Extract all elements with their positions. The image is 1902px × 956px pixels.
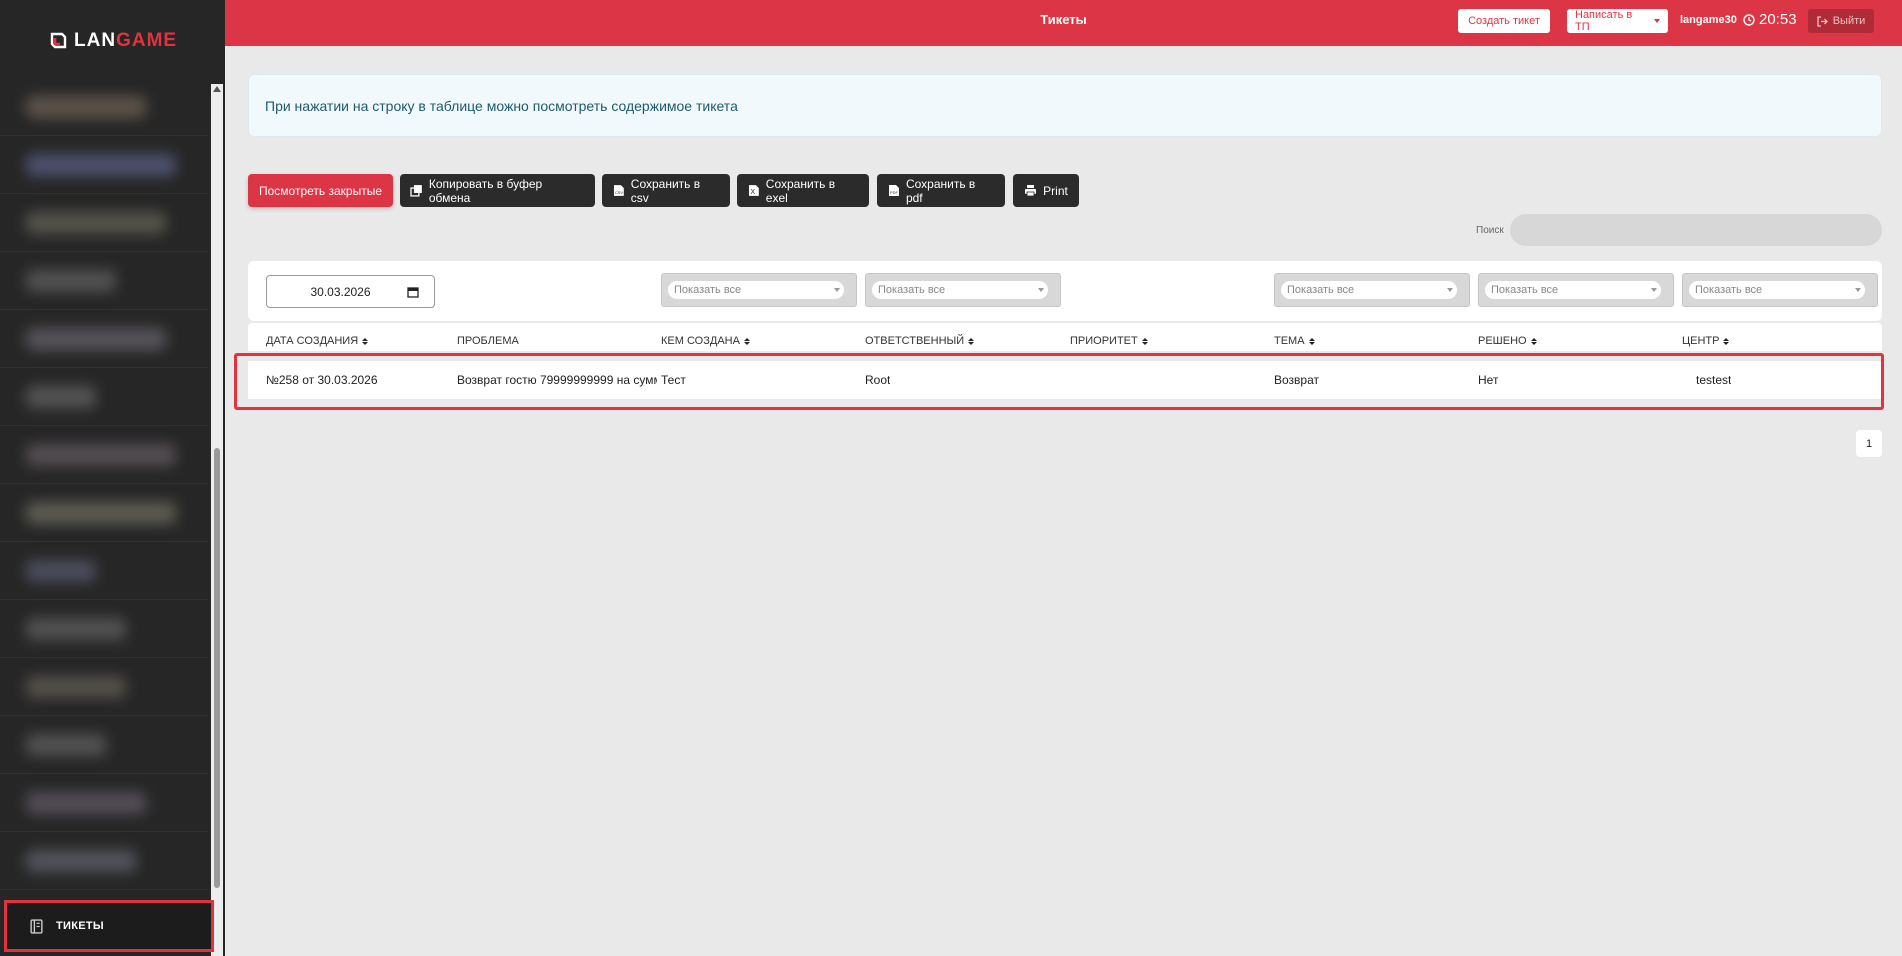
clock: 20:53 [1743, 11, 1797, 28]
svg-text:PDF: PDF [890, 190, 899, 195]
logo-text: LANGAME [74, 30, 178, 51]
excel-file-icon: X [748, 185, 759, 196]
chevron-down-icon [1855, 288, 1861, 292]
sidebar-scrollbar[interactable] [211, 84, 223, 956]
chevron-down-icon [1654, 19, 1660, 23]
column-header-date[interactable]: ДАТА СОЗДАНИЯ [266, 335, 369, 347]
sidebar: LANGAME ТИКЕТЫ [0, 0, 225, 956]
center-filter-select[interactable]: Показать все [1682, 273, 1878, 307]
column-header-solved[interactable]: РЕШЕНО [1478, 335, 1537, 347]
write-support-dropdown[interactable]: Написать в ТП [1567, 9, 1668, 33]
csv-file-icon: CSV [613, 185, 624, 196]
sidebar-item[interactable] [0, 426, 208, 484]
scroll-up-arrow-icon[interactable] [213, 86, 221, 92]
sidebar-item[interactable] [0, 78, 208, 136]
sort-icon [1141, 337, 1148, 345]
sort-icon [1308, 337, 1315, 345]
column-header-created-by[interactable]: КЕМ СОЗДАНА [661, 335, 750, 347]
logout-button[interactable]: Выйти [1808, 9, 1874, 33]
sidebar-item-label: ТИКЕТЫ [56, 920, 104, 932]
save-pdf-button[interactable]: PDF Сохранить в pdf [877, 174, 1005, 207]
table-header: ДАТА СОЗДАНИЯ ПРОБЛЕМА КЕМ СОЗДАНА ОТВЕТ… [248, 323, 1882, 351]
column-header-topic[interactable]: ТЕМА [1274, 335, 1315, 347]
sidebar-item[interactable] [0, 310, 208, 368]
row-highlight-frame [234, 353, 1884, 410]
clock-icon [1743, 13, 1755, 26]
clock-time: 20:53 [1759, 11, 1797, 28]
info-alert: При нажатии на строку в таблице можно по… [248, 74, 1882, 137]
save-excel-button[interactable]: X Сохранить в exel [737, 174, 869, 207]
sidebar-item[interactable] [0, 716, 208, 774]
sidebar-item[interactable] [0, 774, 208, 832]
ticket-icon [30, 918, 43, 934]
sidebar-item-tickets[interactable]: ТИКЕТЫ [4, 900, 214, 952]
sort-icon [968, 337, 975, 345]
sidebar-item[interactable] [0, 542, 208, 600]
username: langame30 [1680, 14, 1737, 26]
svg-text:X: X [750, 189, 755, 196]
topic-filter-select[interactable]: Показать все [1274, 273, 1470, 307]
sidebar-item[interactable] [0, 832, 208, 890]
sidebar-item[interactable] [0, 368, 208, 426]
solved-filter-select[interactable]: Показать все [1478, 273, 1674, 307]
sidebar-item[interactable] [0, 252, 208, 310]
search-label: Поиск [1476, 225, 1504, 236]
sort-icon [1530, 337, 1537, 345]
calendar-icon[interactable] [406, 286, 419, 298]
column-header-responsible[interactable]: ОТВЕТСТВЕННЫЙ [865, 335, 975, 347]
sidebar-item[interactable] [0, 194, 208, 252]
chevron-down-icon [1447, 288, 1453, 292]
chevron-down-icon [834, 288, 840, 292]
sort-icon [1723, 337, 1730, 345]
pdf-file-icon: PDF [888, 185, 899, 196]
pagination-page-1[interactable]: 1 [1856, 430, 1882, 457]
sidebar-item[interactable] [0, 600, 208, 658]
create-ticket-button[interactable]: Создать тикет [1458, 9, 1550, 33]
sidebar-menu [0, 78, 210, 956]
copy-icon [410, 185, 422, 197]
responsible-filter-select[interactable]: Показать все [865, 273, 1061, 307]
info-text: При нажатии на строку в таблице можно по… [265, 98, 738, 114]
filter-row: 30.03.2026 Показать все Показать все Пок… [248, 261, 1882, 321]
logout-icon [1817, 15, 1828, 27]
sort-icon [362, 337, 369, 345]
langame-logo[interactable]: LANGAME [48, 28, 177, 54]
sidebar-item[interactable] [0, 136, 208, 194]
langame-logo-icon [50, 32, 67, 49]
chevron-down-icon [1651, 288, 1657, 292]
column-header-problem[interactable]: ПРОБЛЕМА [457, 335, 519, 347]
search-input[interactable] [1510, 214, 1882, 246]
column-header-priority[interactable]: ПРИОРИТЕТ [1070, 335, 1148, 347]
printer-icon [1025, 185, 1037, 197]
copy-clipboard-button[interactable]: Копировать в буфер обмена [400, 174, 595, 207]
sidebar-item[interactable] [0, 484, 208, 542]
sort-icon [743, 337, 750, 345]
scrollbar-thumb[interactable] [214, 448, 220, 888]
show-closed-button[interactable]: Посмотреть закрытые [248, 174, 393, 207]
column-header-center[interactable]: ЦЕНТР [1682, 335, 1730, 347]
created-by-filter-select[interactable]: Показать все [661, 273, 857, 307]
sidebar-item[interactable] [0, 658, 208, 716]
date-filter-input[interactable]: 30.03.2026 [266, 275, 435, 308]
chevron-down-icon [1038, 288, 1044, 292]
save-csv-button[interactable]: CSV Сохранить в csv [602, 174, 730, 207]
print-button[interactable]: Print [1013, 174, 1079, 207]
svg-text:CSV: CSV [615, 190, 623, 195]
